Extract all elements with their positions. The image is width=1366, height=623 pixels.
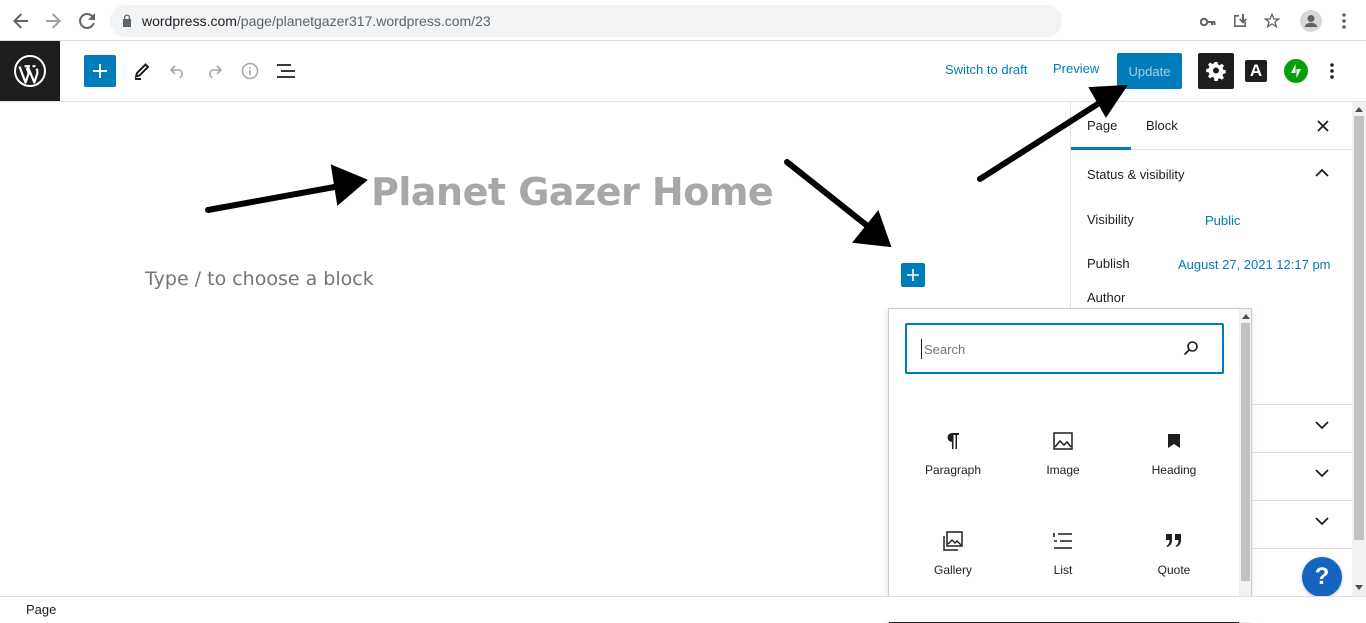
block-label: Gallery <box>933 563 972 577</box>
tab-page[interactable]: Page <box>1087 118 1117 133</box>
list-view-icon <box>277 64 295 78</box>
avatar <box>1300 10 1322 32</box>
switch-to-draft-button[interactable]: Switch to draft <box>945 62 1027 77</box>
chevron-down-icon <box>1315 517 1329 526</box>
details-button[interactable] <box>234 55 266 87</box>
close-sidebar-button[interactable] <box>1311 114 1335 138</box>
block-image[interactable]: Image <box>1018 429 1108 509</box>
list-view-button[interactable] <box>270 55 302 87</box>
plus-icon <box>907 269 919 281</box>
block-label: Paragraph <box>924 463 982 477</box>
help-button[interactable]: ? <box>1302 557 1342 597</box>
add-block-button[interactable] <box>901 263 925 287</box>
url-host: wordpress.com <box>142 13 237 29</box>
arrow-to-title-icon <box>205 164 368 213</box>
sidebar-tabs: Page Block <box>1071 102 1353 150</box>
tab-block[interactable]: Block <box>1146 118 1178 133</box>
scroll-up-icon[interactable] <box>1242 313 1250 319</box>
install-button[interactable] <box>1225 6 1255 36</box>
status-visibility-panel-toggle[interactable]: Status & visibility <box>1071 150 1353 198</box>
arrow-left-icon <box>13 13 28 29</box>
arrow-to-add-block-icon <box>784 159 892 248</box>
heading-icon <box>1162 429 1186 453</box>
forward-button[interactable] <box>38 6 68 36</box>
reload-button[interactable] <box>72 6 102 36</box>
key-icon[interactable] <box>1198 12 1218 32</box>
redo-icon <box>209 65 223 78</box>
block-label: Image <box>1046 463 1080 477</box>
lock-icon <box>123 14 131 27</box>
block-heading[interactable]: Heading <box>1129 429 1219 509</box>
info-icon <box>241 62 259 80</box>
wordpress-logo-button[interactable] <box>0 41 60 101</box>
arrow-right-icon <box>46 13 61 29</box>
profile-button[interactable] <box>1296 6 1326 36</box>
settings-button[interactable] <box>1198 53 1234 89</box>
tools-button[interactable] <box>126 55 158 87</box>
block-label: List <box>1053 563 1073 577</box>
scroll-up-icon[interactable] <box>1355 106 1363 112</box>
gear-icon <box>1206 62 1226 81</box>
jetpack-icon <box>1291 64 1301 78</box>
close-icon <box>1317 120 1329 132</box>
amp-button[interactable]: A <box>1245 60 1267 82</box>
block-label: Quote <box>1157 563 1191 577</box>
url-path: /page/planetgazer317.wordpress.com/23 <box>236 13 491 29</box>
bookmark-button[interactable] <box>1257 6 1287 36</box>
editor-footer: Page <box>0 596 1366 622</box>
paragraph-icon <box>941 429 965 453</box>
breadcrumb[interactable]: Page <box>26 602 56 617</box>
publish-label: Publish <box>1087 256 1130 271</box>
undo-icon <box>169 65 183 78</box>
update-button[interactable]: Update <box>1117 53 1182 89</box>
browser-toolbar: wordpress.com/page/planetgazer317.wordpr… <box>0 0 1366 41</box>
reload-icon <box>79 12 95 29</box>
star-icon <box>1264 13 1280 29</box>
block-label: Heading <box>1151 463 1197 477</box>
plus-icon <box>93 64 107 78</box>
quick-inserter-popover: Paragraph Image Heading Gallery List Quo… <box>888 308 1252 623</box>
image-icon <box>1051 429 1075 453</box>
popover-scrollbar-thumb[interactable] <box>1241 323 1250 581</box>
options-button[interactable] <box>1320 55 1344 87</box>
block-placeholder[interactable]: Type / to choose a block <box>145 268 374 290</box>
kebab-icon <box>1330 63 1334 79</box>
page-title[interactable]: Planet Gazer Home <box>371 170 774 214</box>
scroll-down-icon[interactable] <box>1355 585 1363 591</box>
author-label: Author <box>1087 290 1126 305</box>
search-input[interactable] <box>921 339 1171 359</box>
back-button[interactable] <box>6 6 36 36</box>
url-text: wordpress.com/page/planetgazer317.wordpr… <box>142 13 491 29</box>
editor-header: Switch to draft Preview Update A <box>0 41 1366 102</box>
chevron-down-icon <box>1315 469 1329 478</box>
toggle-inserter-button[interactable] <box>84 55 116 87</box>
address-bar[interactable]: wordpress.com/page/planetgazer317.wordpr… <box>110 5 1216 37</box>
gallery-icon <box>941 529 965 553</box>
install-icon <box>1234 14 1247 27</box>
publish-date-button[interactable]: August 27, 2021 12:17 pm <box>1178 257 1331 272</box>
pencil-icon <box>134 63 150 80</box>
search-icon <box>1183 341 1198 356</box>
browser-menu-button[interactable] <box>1329 6 1359 36</box>
chevron-down-icon <box>1315 421 1329 430</box>
person-icon <box>1304 15 1318 27</box>
search-box[interactable] <box>905 323 1224 374</box>
visibility-label: Visibility <box>1087 212 1134 227</box>
block-paragraph[interactable]: Paragraph <box>908 429 998 509</box>
visibility-value-button[interactable]: Public <box>1205 213 1240 228</box>
kebab-icon <box>1342 13 1346 29</box>
status-visibility-title: Status & visibility <box>1087 167 1185 182</box>
sidebar-scrollbar-thumb[interactable] <box>1354 116 1364 540</box>
undo-button[interactable] <box>162 55 194 87</box>
wordpress-icon <box>14 55 46 87</box>
jetpack-button[interactable] <box>1284 59 1308 83</box>
chevron-up-icon <box>1315 168 1329 177</box>
list-icon <box>1051 529 1075 553</box>
quote-icon <box>1162 529 1186 553</box>
preview-button[interactable]: Preview <box>1053 61 1099 76</box>
redo-button[interactable] <box>198 55 230 87</box>
